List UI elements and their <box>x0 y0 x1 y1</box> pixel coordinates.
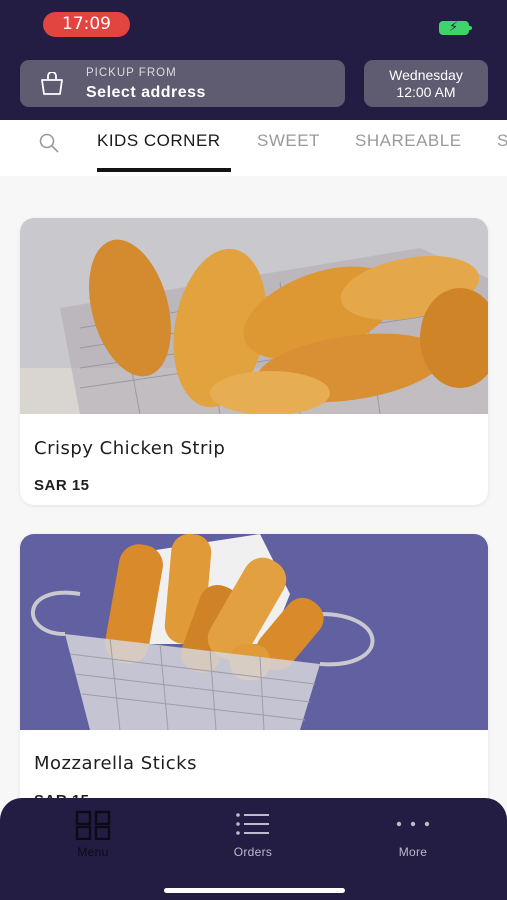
pickup-address-value: Select address <box>86 84 206 101</box>
tab-sweet[interactable]: SWEET <box>257 131 320 151</box>
tab-shareable[interactable]: SHAREABLE <box>355 131 462 151</box>
product-image <box>20 534 488 730</box>
nav-item-orders[interactable]: Orders <box>193 798 313 868</box>
more-dots-icon <box>396 821 430 827</box>
product-card[interactable]: Mozzarella Sticks SAR 15 <box>20 534 488 834</box>
pickup-time: 12:00 AM <box>396 84 456 100</box>
pickup-label: PICKUP FROM <box>86 67 177 79</box>
search-icon[interactable] <box>38 132 60 154</box>
list-icon <box>236 813 269 835</box>
category-tabs: KIDS CORNER SWEET SHAREABLE S <box>0 120 507 176</box>
pickup-address-selector[interactable]: PICKUP FROM Select address <box>20 60 345 107</box>
shopping-bag-icon <box>41 72 63 95</box>
status-bar-time: 17:09 <box>43 12 130 37</box>
active-tab-indicator <box>97 168 231 172</box>
pickup-datetime-selector[interactable]: Wednesday 12:00 AM <box>364 60 488 107</box>
tab-next[interactable]: S <box>497 131 507 151</box>
battery-icon: ⚡ <box>439 20 472 35</box>
product-image <box>20 218 488 414</box>
product-price: SAR 15 <box>34 477 90 494</box>
tab-kids-corner[interactable]: KIDS CORNER <box>97 131 221 151</box>
bottom-navigation: Menu Orders More <box>0 798 507 900</box>
nav-item-menu[interactable]: Menu <box>33 798 153 868</box>
nav-label-more: More <box>398 845 428 859</box>
grid-icon <box>75 810 111 840</box>
nav-label-menu: Menu <box>77 845 109 859</box>
product-name: Crispy Chicken Strip <box>34 438 226 459</box>
home-indicator[interactable] <box>164 888 345 893</box>
product-name: Mozzarella Sticks <box>34 753 197 774</box>
pickup-day: Wednesday <box>389 67 463 83</box>
app-header: 17:09 ⚡ PICKUP FROM Select address Wedne… <box>0 0 507 120</box>
product-card[interactable]: Crispy Chicken Strip SAR 15 <box>20 218 488 505</box>
nav-label-orders: Orders <box>233 845 273 859</box>
nav-item-more[interactable]: More <box>353 798 473 868</box>
